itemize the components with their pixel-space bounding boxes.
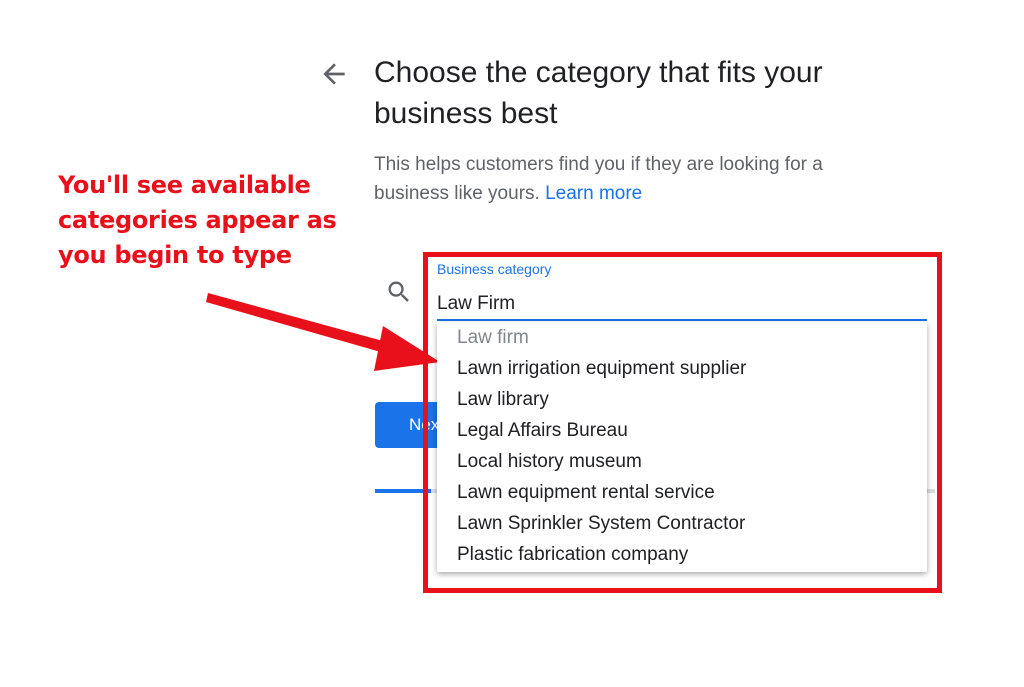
annotation-text: You'll see available categories appear a… <box>58 171 337 269</box>
page-subtitle: This helps customers find you if they ar… <box>374 150 894 208</box>
page-title: Choose the category that fits your busin… <box>374 56 823 130</box>
search-icon <box>388 281 409 302</box>
arrow-left-icon[interactable] <box>318 58 350 90</box>
page: Choose the category that fits your busin… <box>0 0 1024 687</box>
suggestion-item[interactable]: Law firm <box>457 322 529 353</box>
suggestion-item[interactable]: Law library <box>457 384 549 415</box>
suggestions-dropdown: Law firm Lawn irrigation equipment suppl… <box>437 322 927 572</box>
suggestion-item[interactable]: Local history museum <box>457 446 642 477</box>
business-category-label: Business category <box>437 261 552 277</box>
progress-fill <box>375 489 431 493</box>
suggestion-item[interactable]: Lawn irrigation equipment supplier <box>457 353 746 384</box>
learn-more-link[interactable]: Learn more <box>545 183 642 204</box>
business-category-input[interactable] <box>437 290 925 318</box>
suggestion-item[interactable]: Legal Affairs Bureau <box>457 415 628 446</box>
suggestion-item[interactable]: Lawn Sprinkler System Contractor <box>457 508 745 539</box>
input-underline <box>437 319 927 321</box>
suggestion-item[interactable]: Plastic fabrication company <box>457 539 688 570</box>
suggestion-item[interactable]: Lawn equipment rental service <box>457 477 715 508</box>
